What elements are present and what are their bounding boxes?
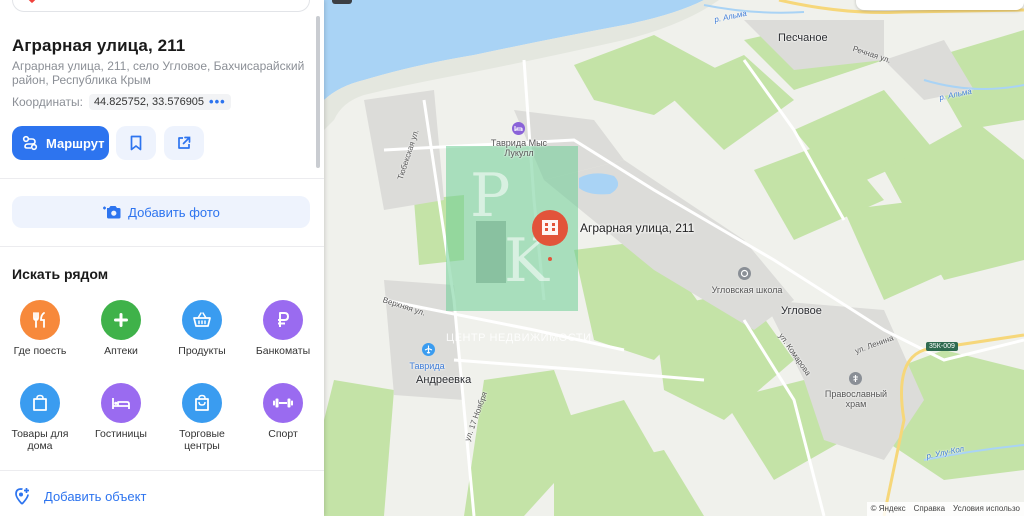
coordinates-row: Координаты: 44.825752, 33.576905 ••• (12, 94, 231, 110)
category-label: Торговые центры (179, 428, 225, 452)
nearby-category-malls[interactable]: Торговые центры (162, 383, 242, 452)
category-label: Продукты (178, 345, 226, 357)
add-object-button[interactable]: Добавить объект (14, 487, 146, 505)
category-label: Банкоматы (255, 345, 311, 357)
add-photo-label: Добавить фото (128, 204, 220, 220)
coordinates-value: 44.825752, 33.576905 (93, 96, 205, 108)
nearby-category-pharmacy[interactable]: Аптеки (81, 300, 161, 357)
nearby-category-hotels[interactable]: Гостиницы (81, 383, 161, 440)
nearby-title: Искать рядом (12, 266, 109, 282)
map-control[interactable] (332, 0, 352, 4)
nearby-category-home-goods[interactable]: Товары для дома (0, 383, 80, 452)
settlement-label-peschanoe: Песчаное (778, 32, 828, 44)
divider (0, 246, 324, 247)
clear-search-icon[interactable] (27, 0, 37, 4)
category-label: Спорт (268, 428, 298, 440)
plus-icon (101, 300, 141, 340)
place-address: Аграрная улица, 211, село Угловое, Бахчи… (12, 59, 305, 87)
more-dots-icon[interactable]: ••• (209, 95, 226, 108)
add-photo-icon (103, 206, 121, 219)
poi-label-church: Православный храм (824, 389, 888, 409)
pin-label: Аграрная улица, 211 (580, 221, 695, 235)
add-location-icon (15, 488, 29, 505)
divider (0, 470, 324, 471)
bookmark-icon (130, 135, 142, 151)
category-label: Где поесть (13, 345, 67, 357)
nearby-category-food[interactable]: Где поесть (0, 300, 80, 357)
watermark-text: ЦЕНТР НЕДВИЖИМОСТИ (446, 332, 592, 344)
poi-label-tavrida-lukull: Таврида Мыс Лукулл (490, 138, 548, 158)
hotel-icon[interactable] (512, 122, 525, 135)
school-icon[interactable] (738, 267, 751, 280)
nearby-category-atm[interactable]: Банкоматы (243, 300, 323, 357)
add-photo-button[interactable]: Добавить фото (12, 196, 310, 228)
category-label: Товары для дома (11, 428, 69, 452)
attribution-yandex[interactable]: © Яндекс (871, 504, 906, 514)
attribution-help[interactable]: Справка (914, 504, 945, 514)
poi-label-tavrida: Таврида (409, 361, 445, 371)
category-label: Гостиницы (95, 428, 147, 440)
dumbbell-icon (263, 383, 303, 423)
bag-icon (20, 383, 60, 423)
coordinates-chip[interactable]: 44.825752, 33.576905 ••• (88, 94, 231, 110)
nearby-category-sport[interactable]: Спорт (243, 383, 323, 440)
route-button[interactable]: Маршрут (12, 126, 109, 160)
map-base-layer (324, 0, 1024, 516)
share-icon (178, 136, 191, 149)
panel-scrollbar[interactable] (316, 16, 320, 168)
attribution-terms[interactable]: Условия использо (953, 504, 1020, 514)
search-bar[interactable] (12, 0, 310, 12)
road-number-badge: 35К-009 (926, 342, 958, 351)
bookmark-button[interactable] (116, 126, 156, 160)
svg-text:P: P (470, 161, 510, 231)
settlement-label-andreevka: Андреевка (416, 374, 472, 386)
map-attribution: © Яндекс Справка Условия использо (866, 502, 1024, 516)
fork-knife-icon (20, 300, 60, 340)
place-card-panel: Аграрная улица, 211 Аграрная улица, 211,… (0, 0, 324, 516)
nearby-category-groceries[interactable]: Продукты (162, 300, 242, 357)
location-pin[interactable] (530, 209, 570, 268)
bed-icon (101, 383, 141, 423)
poi-label-school: Угловская школа (711, 285, 783, 295)
share-button[interactable] (164, 126, 204, 160)
add-object-label: Добавить объект (44, 488, 147, 504)
route-icon (22, 135, 38, 151)
shopping-bag-icon (182, 383, 222, 423)
divider (0, 178, 324, 179)
coordinates-label: Координаты: (12, 95, 83, 109)
basket-icon (182, 300, 222, 340)
map-canvas[interactable]: P K ЦЕНТР НЕДВИЖИМОСТИ Таврида Мыс Лукул… (324, 0, 1024, 516)
category-label: Аптеки (104, 345, 138, 357)
settlement-label-uglovoe: Угловое (781, 305, 822, 317)
map-layers-control[interactable] (856, 0, 1024, 10)
route-button-label: Маршрут (46, 135, 105, 151)
place-title: Аграрная улица, 211 (12, 36, 186, 55)
airport-icon[interactable] (422, 343, 435, 356)
ruble-icon (263, 300, 303, 340)
church-icon[interactable] (849, 372, 862, 385)
